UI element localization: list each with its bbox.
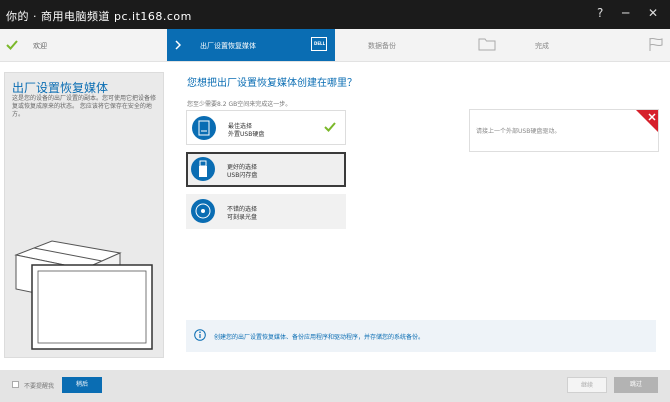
dont-remind-label: 不要提醒我 bbox=[24, 383, 55, 390]
step-finish-label: 完成 bbox=[535, 42, 549, 50]
close-button[interactable]: ✕ bbox=[648, 6, 658, 20]
title-bar: 你的 · 商用电脑频道 pc.it168.com ? ─ ✕ bbox=[0, 0, 670, 29]
continue-button[interactable]: 继续 bbox=[567, 377, 607, 393]
option-recordable-disc[interactable]: 不错的选择 可刻录光盘 bbox=[186, 194, 346, 229]
step-navigation: 欢迎 出厂设置恢复媒体 DELL 数据备份 完成 bbox=[0, 29, 670, 62]
drive-status-message: 请接上一个外部USB硬盘驱动。 bbox=[476, 128, 561, 135]
info-text: 创建您的出厂设置恢复媒体、备份应用程序和驱动程序，并存储您的系统备份。 bbox=[214, 334, 425, 341]
option-3-subtitle: 可刻录光盘 bbox=[227, 214, 258, 221]
info-banner: 创建您的出厂设置恢复媒体、备份应用程序和驱动程序，并存储您的系统备份。 bbox=[186, 320, 656, 352]
usb-hdd-icon bbox=[192, 116, 216, 140]
panel-description: 这是您的设备的出厂设置的副本。您可使用它把设备修复或恢复成原来的状态。 您应该将… bbox=[12, 95, 157, 118]
checkmark-icon bbox=[324, 122, 336, 132]
option-2-subtitle: USB闪存盘 bbox=[227, 172, 258, 179]
step-recovery-media: 出厂设置恢复媒体 DELL bbox=[167, 29, 335, 61]
checkmark-icon bbox=[6, 40, 18, 50]
dell-drive-icon: DELL bbox=[311, 37, 327, 51]
skip-button[interactable]: 跳过 bbox=[614, 377, 658, 393]
step-welcome: 欢迎 bbox=[0, 29, 167, 61]
panel-title: 出厂设置恢复媒体 bbox=[12, 81, 109, 95]
flag-icon bbox=[649, 37, 663, 51]
step-data-backup-label: 数据备份 bbox=[368, 42, 396, 50]
space-requirement-text: 您至少需要8.2 GB空间来完成这一步。 bbox=[187, 101, 292, 108]
step-data-backup: 数据备份 bbox=[335, 29, 503, 61]
error-x-icon bbox=[636, 110, 658, 132]
minimize-button[interactable]: ─ bbox=[622, 6, 629, 20]
disc-icon bbox=[191, 199, 215, 223]
dont-remind-checkbox[interactable] bbox=[12, 381, 19, 388]
option-1-subtitle: 外置USB硬盘 bbox=[228, 131, 265, 138]
option-usb-flash[interactable]: 更好的选择 USB闪存盘 bbox=[186, 152, 346, 187]
drive-status-box: 请接上一个外部USB硬盘驱动。 bbox=[469, 109, 659, 152]
help-button[interactable]: ? bbox=[597, 6, 603, 20]
option-external-usb-hdd[interactable]: 最佳选择 外置USB硬盘 bbox=[186, 110, 346, 145]
step-welcome-label: 欢迎 bbox=[33, 42, 47, 50]
watermark-text: 你的 · 商用电脑频道 pc.it168.com bbox=[6, 10, 192, 23]
later-button[interactable]: 稍后 bbox=[62, 377, 102, 393]
computer-with-box-illustration bbox=[14, 240, 153, 350]
info-icon bbox=[194, 329, 206, 341]
step-recovery-media-label: 出厂设置恢复媒体 bbox=[200, 42, 256, 50]
footer-bar: 不要提醒我 稍后 继续 跳过 bbox=[0, 370, 670, 402]
folder-icon bbox=[478, 38, 496, 51]
usb-flash-icon bbox=[191, 157, 215, 181]
step-finish: 完成 bbox=[503, 29, 670, 61]
chevron-right-icon bbox=[175, 40, 181, 50]
info-panel: 出厂设置恢复媒体 这是您的设备的出厂设置的副本。您可使用它把设备修复或恢复成原来… bbox=[4, 72, 164, 358]
question-heading: 您想把出厂设置恢复媒体创建在哪里？ bbox=[187, 78, 357, 89]
